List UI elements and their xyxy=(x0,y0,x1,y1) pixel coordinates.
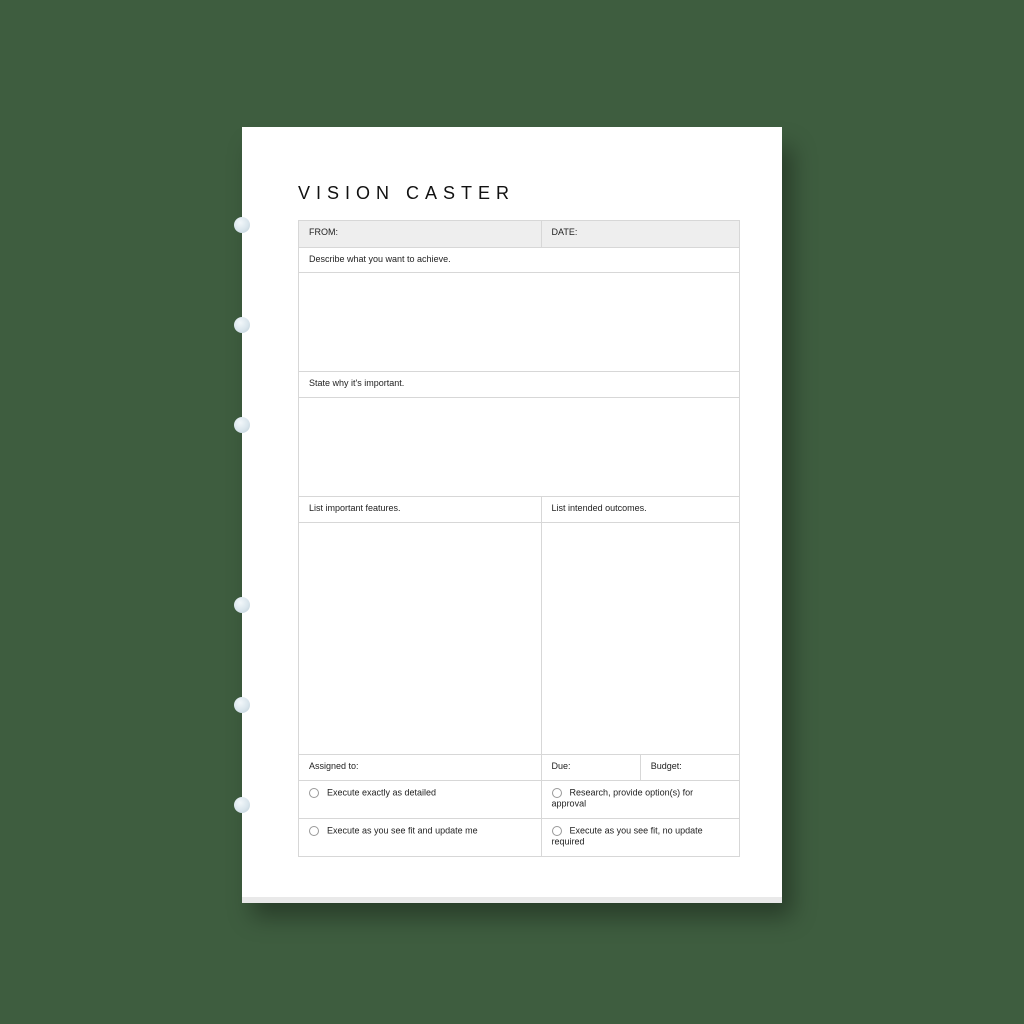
achieve-prompt: Describe what you want to achieve. xyxy=(299,247,740,272)
page-title: VISION CASTER xyxy=(298,183,740,204)
achieve-field[interactable] xyxy=(299,272,740,371)
punch-hole-icon xyxy=(234,317,250,333)
from-label: FROM: xyxy=(299,221,542,248)
option-label: Execute exactly as detailed xyxy=(327,788,436,798)
important-prompt: State why it's important. xyxy=(299,372,740,397)
radio-icon xyxy=(309,826,319,836)
features-field[interactable] xyxy=(299,522,542,754)
punch-holes xyxy=(234,127,252,897)
radio-icon xyxy=(552,788,562,798)
punch-hole-icon xyxy=(234,697,250,713)
assigned-to-label: Assigned to: xyxy=(299,754,542,781)
outcomes-field[interactable] xyxy=(541,522,739,754)
content-area: VISION CASTER FROM: DATE: Describe what … xyxy=(298,183,740,857)
punch-hole-icon xyxy=(234,597,250,613)
option-exact[interactable]: Execute exactly as detailed xyxy=(299,781,542,819)
vision-caster-form: FROM: DATE: Describe what you want to ac… xyxy=(298,220,740,857)
punch-hole-icon xyxy=(234,417,250,433)
option-label: Execute as you see fit, no update requir… xyxy=(552,826,703,847)
budget-label: Budget: xyxy=(640,754,739,781)
option-fit-update[interactable]: Execute as you see fit and update me xyxy=(299,819,542,857)
option-fit-noupdate[interactable]: Execute as you see fit, no update requir… xyxy=(541,819,739,857)
radio-icon xyxy=(552,826,562,836)
punch-hole-icon xyxy=(234,797,250,813)
features-prompt: List important features. xyxy=(299,497,542,522)
planner-page: VISION CASTER FROM: DATE: Describe what … xyxy=(242,127,782,897)
option-label: Execute as you see fit and update me xyxy=(327,826,478,836)
radio-icon xyxy=(309,788,319,798)
option-research[interactable]: Research, provide option(s) for approval xyxy=(541,781,739,819)
sheet: VISION CASTER FROM: DATE: Describe what … xyxy=(242,127,782,897)
important-field[interactable] xyxy=(299,397,740,496)
option-label: Research, provide option(s) for approval xyxy=(552,788,694,809)
punch-hole-icon xyxy=(234,217,250,233)
outcomes-prompt: List intended outcomes. xyxy=(541,497,739,522)
date-label: DATE: xyxy=(541,221,739,248)
due-label: Due: xyxy=(541,754,640,781)
